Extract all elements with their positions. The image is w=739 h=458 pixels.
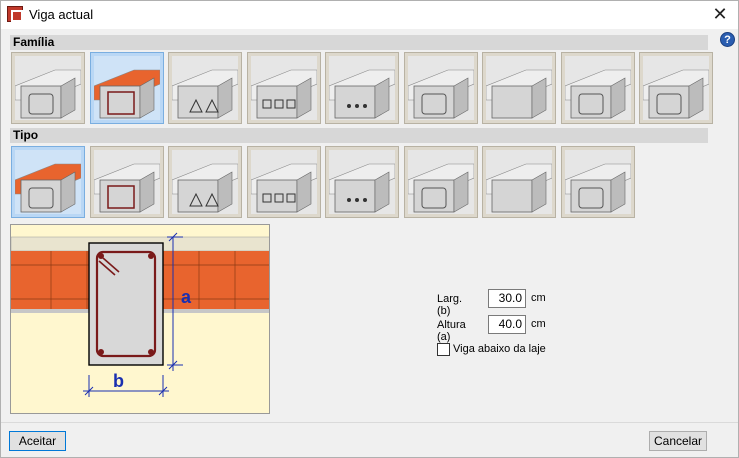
section-familia: Família bbox=[10, 35, 708, 50]
height-label: Altura (a) bbox=[437, 319, 466, 343]
type-wide-box[interactable] bbox=[560, 146, 635, 218]
below-slab-checkbox[interactable] bbox=[437, 343, 450, 356]
type-double-void-icon bbox=[93, 150, 160, 214]
family-prestressed-beam-icon bbox=[172, 56, 238, 120]
type-double-void[interactable] bbox=[89, 146, 164, 218]
width-unit: cm bbox=[531, 292, 546, 304]
help-icon[interactable]: ? bbox=[720, 32, 735, 47]
family-bolted-beam[interactable] bbox=[325, 52, 399, 124]
family-block-beam[interactable] bbox=[639, 52, 713, 124]
footer-divider bbox=[1, 422, 738, 423]
type-t-section[interactable] bbox=[403, 146, 478, 218]
dimension-label-b: b bbox=[113, 371, 124, 391]
type-single-box-icon bbox=[172, 150, 238, 214]
type-rectangular-selected-icon bbox=[15, 150, 81, 214]
app-icon bbox=[7, 6, 23, 22]
type-box-with-flange-icon bbox=[250, 150, 317, 214]
dimension-label-a: a bbox=[181, 287, 192, 307]
family-block-beam-icon bbox=[643, 56, 709, 120]
family-hollow-beam-icon bbox=[15, 56, 81, 120]
family-prestressed-beam[interactable] bbox=[168, 52, 242, 124]
width-input[interactable]: 30.0 bbox=[488, 289, 526, 308]
family-open-web-beam[interactable] bbox=[246, 52, 321, 124]
dimensions-form: Larg. (b) 30.0 cm Altura (a) 40.0 cm Vig… bbox=[431, 284, 546, 359]
family-rc-beam-selected-icon bbox=[93, 56, 160, 120]
type-wide-box-icon bbox=[564, 150, 631, 214]
family-hollow-beam[interactable] bbox=[11, 52, 85, 124]
section-tipo: Tipo bbox=[10, 128, 708, 143]
close-button[interactable]: ✕ bbox=[706, 3, 734, 25]
cancel-button[interactable]: Cancelar bbox=[649, 431, 707, 451]
width-label: Larg. (b) bbox=[437, 293, 463, 317]
family-bolted-beam-icon bbox=[329, 56, 395, 120]
type-cross-section[interactable] bbox=[325, 146, 399, 218]
height-unit: cm bbox=[531, 318, 546, 330]
title-bar: Viga actual ✕ bbox=[1, 1, 738, 29]
family-rc-beam-selected[interactable] bbox=[89, 52, 164, 124]
family-embedded-beam[interactable] bbox=[403, 52, 478, 124]
height-input[interactable]: 40.0 bbox=[488, 315, 526, 334]
type-box-with-flange[interactable] bbox=[246, 146, 321, 218]
family-steel-beam-icon bbox=[564, 56, 631, 120]
type-cross-section-icon bbox=[329, 150, 395, 214]
window-title: Viga actual bbox=[29, 7, 94, 22]
type-single-box[interactable] bbox=[168, 146, 242, 218]
family-open-web-beam-icon bbox=[250, 56, 317, 120]
accept-button[interactable]: Aceitar bbox=[9, 431, 66, 451]
type-rectangular-selected[interactable] bbox=[11, 146, 85, 218]
below-slab-label[interactable]: Viga abaixo da laje bbox=[453, 343, 546, 355]
type-double-t-section-icon bbox=[486, 150, 552, 214]
family-slab-edge[interactable] bbox=[482, 52, 556, 124]
family-embedded-beam-icon bbox=[407, 56, 474, 120]
family-slab-edge-icon bbox=[486, 56, 552, 120]
type-double-t-section[interactable] bbox=[482, 146, 556, 218]
family-steel-beam[interactable] bbox=[560, 52, 635, 124]
dialog-window: Viga actual ✕ ? Família Tipo a b Larg. (… bbox=[0, 0, 739, 458]
beam-section-preview: a b bbox=[10, 224, 270, 414]
type-t-section-icon bbox=[407, 150, 474, 214]
